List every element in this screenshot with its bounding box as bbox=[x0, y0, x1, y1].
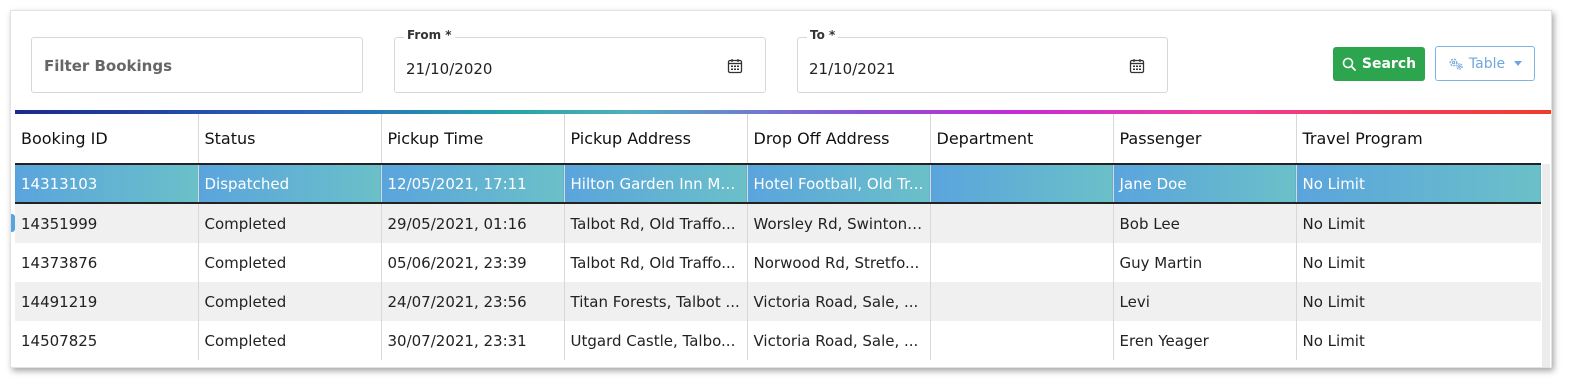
from-date-field[interactable]: From * 21/10/2020 bbox=[394, 28, 766, 93]
column-header-pickup-time[interactable]: Pickup Time bbox=[381, 114, 565, 165]
cell-pickup-time: 05/06/2021, 23:39 bbox=[381, 243, 565, 282]
column-header-drop-off-address[interactable]: Drop Off Address bbox=[747, 114, 931, 165]
search-label: Search bbox=[1361, 56, 1417, 72]
cell-status: Completed bbox=[198, 321, 382, 360]
cell-pickup-time: 24/07/2021, 23:56 bbox=[381, 282, 565, 321]
cell-department bbox=[930, 321, 1114, 360]
calendar-icon[interactable] bbox=[727, 58, 743, 74]
table-row[interactable]: 14373876 Completed 05/06/2021, 23:39 Tal… bbox=[15, 243, 1541, 282]
column-header-pickup-address[interactable]: Pickup Address bbox=[564, 114, 748, 165]
table-header-row: Booking ID Status Pickup Time Pickup Add… bbox=[15, 114, 1541, 165]
cell-pickup-address: Talbot Rd, Old Traffo... bbox=[564, 203, 748, 243]
filter-bookings-input[interactable]: Filter Bookings bbox=[31, 37, 363, 93]
cell-status: Dispatched bbox=[198, 163, 382, 204]
cell-passenger: Guy Martin bbox=[1113, 243, 1297, 282]
bookings-table: Booking ID Status Pickup Time Pickup Add… bbox=[15, 114, 1541, 360]
chevron-down-icon bbox=[1514, 61, 1523, 66]
cell-pickup-time: 29/05/2021, 01:16 bbox=[381, 203, 565, 243]
column-header-status[interactable]: Status bbox=[198, 114, 382, 165]
cell-pickup-time: 30/07/2021, 23:31 bbox=[381, 321, 565, 360]
cell-department bbox=[930, 203, 1114, 243]
from-label: From * bbox=[404, 28, 455, 42]
cell-booking-id: 14313103 bbox=[15, 163, 199, 204]
cell-drop-off-address: Victoria Road, Sale, ... bbox=[747, 282, 931, 321]
cell-booking-id: 14491219 bbox=[15, 282, 199, 321]
vertical-scrollbar[interactable] bbox=[1542, 164, 1550, 367]
cell-department bbox=[930, 163, 1114, 204]
cell-travel-program: No Limit bbox=[1296, 163, 1541, 204]
cell-pickup-address: Talbot Rd, Old Traffo... bbox=[564, 243, 748, 282]
column-header-travel-program[interactable]: Travel Program bbox=[1296, 114, 1541, 165]
cell-booking-id: 14507825 bbox=[15, 321, 199, 360]
search-icon bbox=[1342, 57, 1356, 71]
cell-status: Completed bbox=[198, 282, 382, 321]
bookings-panel: Filter Bookings From * 21/10/2020 To * 2… bbox=[10, 10, 1552, 368]
view-label: Table bbox=[1468, 55, 1506, 72]
to-label: To * bbox=[807, 28, 839, 42]
from-date-value: 21/10/2020 bbox=[406, 60, 493, 78]
cell-drop-off-address: Worsley Rd, Swinton, ... bbox=[747, 203, 931, 243]
cell-pickup-address: Titan Forests, Talbot ... bbox=[564, 282, 748, 321]
cell-drop-off-address: Norwood Rd, Stretfo... bbox=[747, 243, 931, 282]
search-button[interactable]: Search bbox=[1333, 47, 1425, 81]
cell-travel-program: No Limit bbox=[1296, 282, 1541, 321]
cell-travel-program: No Limit bbox=[1302, 253, 1365, 272]
table-row[interactable]: 14507825 Completed 30/07/2021, 23:31 Utg… bbox=[15, 321, 1541, 360]
filter-placeholder: Filter Bookings bbox=[44, 57, 172, 75]
calendar-icon[interactable] bbox=[1129, 58, 1145, 74]
column-header-department[interactable]: Department bbox=[930, 114, 1114, 165]
column-header-booking-id[interactable]: Booking ID bbox=[15, 114, 199, 165]
cell-passenger: Eren Yeager bbox=[1113, 321, 1297, 360]
cell-drop-off-address: Hotel Football, Old Tr... bbox=[747, 163, 931, 204]
cell-pickup-time: 12/05/2021, 17:11 bbox=[381, 163, 565, 204]
cell-department bbox=[930, 282, 1114, 321]
cell-travel-program: No Limit bbox=[1296, 203, 1541, 243]
cell-drop-off-address: Victoria Road, Sale, ... bbox=[747, 321, 931, 360]
cell-travel-program: No Limit bbox=[1302, 331, 1365, 350]
cell-pickup-address: Utgard Castle, Talbo... bbox=[564, 321, 748, 360]
table-row[interactable]: 14351999 Completed 29/05/2021, 01:16 Tal… bbox=[15, 203, 1541, 243]
to-date-value: 21/10/2021 bbox=[809, 60, 896, 78]
cell-status: Completed bbox=[198, 243, 382, 282]
column-header-passenger[interactable]: Passenger bbox=[1113, 114, 1297, 165]
cell-passenger: Jane Doe bbox=[1113, 163, 1297, 204]
toolbar: Filter Bookings From * 21/10/2020 To * 2… bbox=[11, 11, 1551, 111]
cell-pickup-address: Hilton Garden Inn Ma... bbox=[564, 163, 748, 204]
settings-gears-icon bbox=[1449, 58, 1463, 70]
cell-passenger: Bob Lee bbox=[1113, 203, 1297, 243]
cell-department bbox=[930, 243, 1114, 282]
table-row[interactable]: 14313103 Dispatched 12/05/2021, 17:11 Hi… bbox=[15, 163, 1541, 204]
to-date-field[interactable]: To * 21/10/2021 bbox=[797, 28, 1168, 93]
cell-booking-id: 14373876 bbox=[15, 243, 199, 282]
cell-booking-id: 14351999 bbox=[15, 203, 199, 243]
table-view-dropdown[interactable]: Table bbox=[1435, 46, 1535, 81]
cell-passenger: Levi bbox=[1113, 282, 1297, 321]
cell-status: Completed bbox=[198, 203, 382, 243]
table-row[interactable]: 14491219 Completed 24/07/2021, 23:56 Tit… bbox=[15, 282, 1541, 321]
